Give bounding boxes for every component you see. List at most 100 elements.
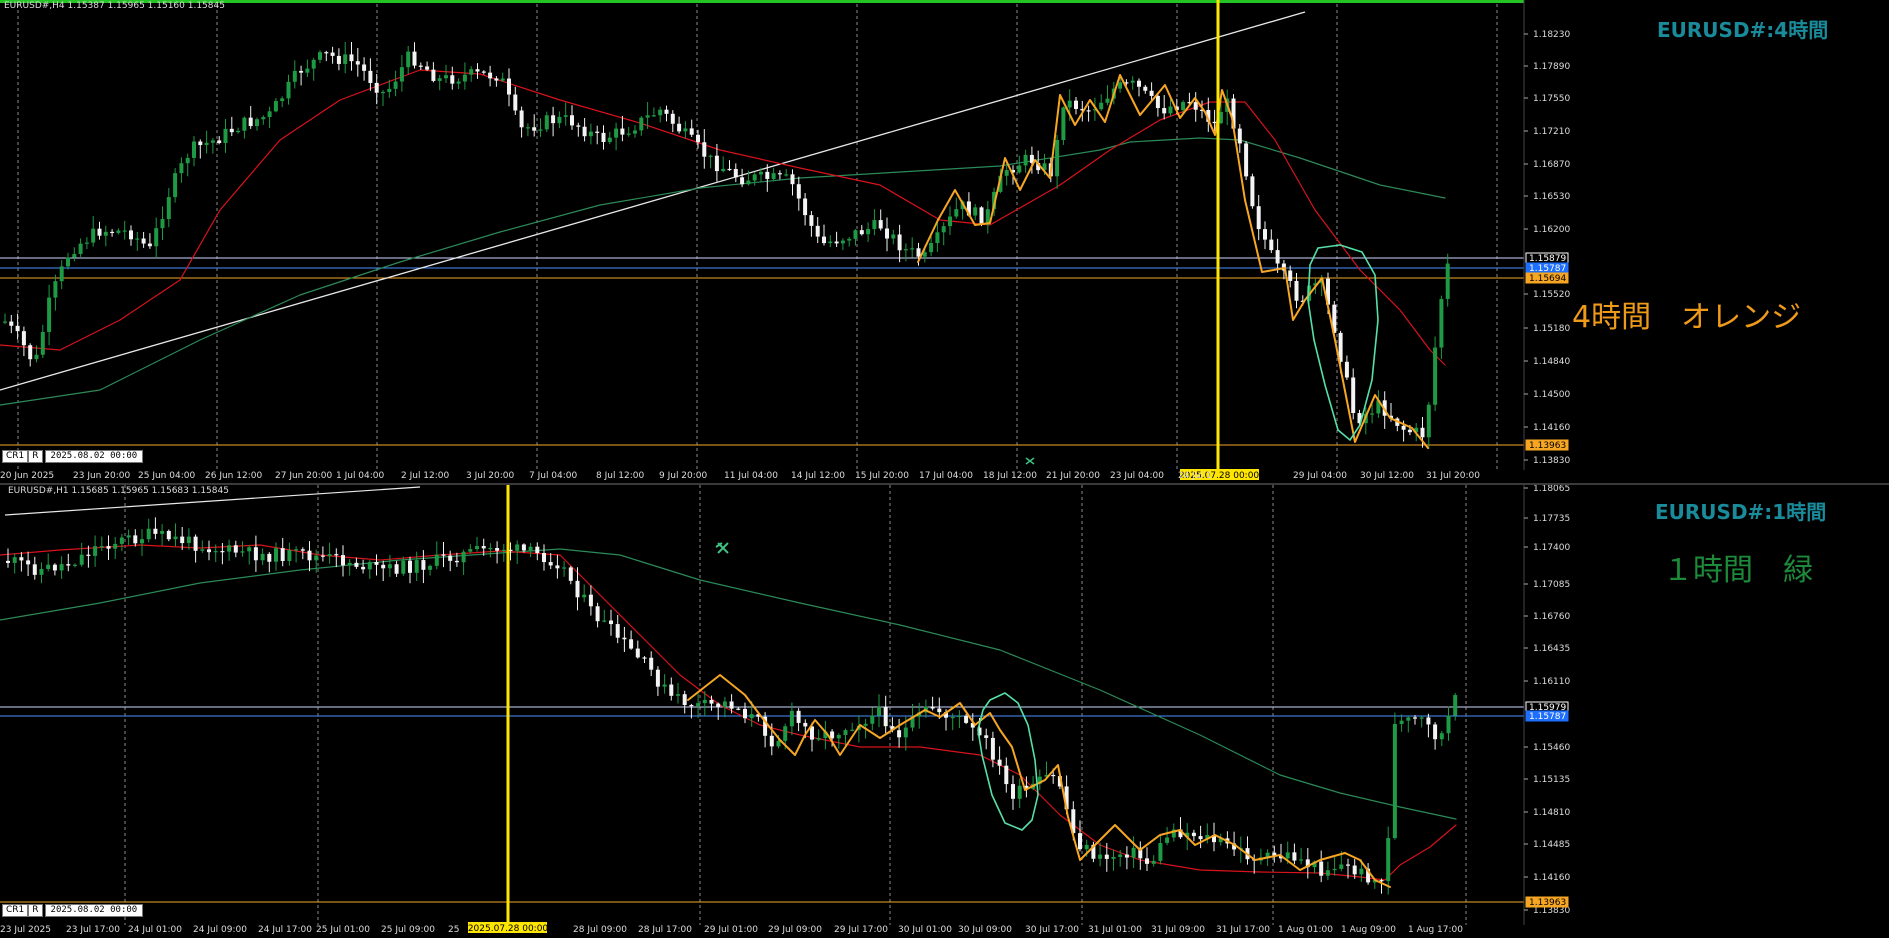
h4-candle	[1193, 102, 1198, 110]
h4-candle	[469, 69, 474, 75]
h1-candle	[950, 716, 955, 719]
h1-chart-canvas[interactable]: 2025.07.28 00:00 23 Jul 2025 23 Jul 17:00 2…	[0, 485, 1889, 938]
h1-candle	[394, 564, 399, 574]
h1-x-tick: 24 Jul 17:00	[258, 925, 312, 935]
h1-candle	[488, 547, 493, 550]
h4-candle	[160, 219, 165, 229]
h1-candle	[930, 706, 935, 709]
h1-ma-red	[0, 544, 1457, 881]
h4-candle	[1275, 250, 1280, 264]
h1-candle	[1419, 717, 1424, 719]
h4-candle	[658, 109, 663, 116]
h1-candle	[1292, 852, 1297, 861]
h1-candle	[1439, 733, 1444, 740]
h1-candle	[1339, 864, 1344, 869]
h4-orange-note: 4時間 オレンジ	[1572, 300, 1802, 335]
h1-candle	[454, 560, 459, 563]
h4-cr-label[interactable]: CR1	[2, 450, 29, 463]
h1-candle	[535, 546, 540, 554]
h1-candle	[964, 715, 969, 723]
h4-chart-canvas[interactable]: 2025.07.28 00:0020 Jun 2025 23 Jun 20:00 2…	[0, 0, 1889, 483]
h1-candle	[1426, 717, 1431, 725]
h4-candle	[330, 52, 335, 56]
h1-candle	[186, 536, 191, 544]
h4-date-box[interactable]: 2025.08.02 00:00	[44, 450, 144, 463]
h1-candle	[588, 594, 593, 607]
h1-x-tick: 25 Jul 09:00	[381, 925, 435, 935]
h1-candle	[166, 530, 171, 540]
h4-candle	[840, 240, 845, 244]
h1-candle	[387, 564, 392, 569]
h1-cr-box[interactable]: CR1 R 2025.08.02 00:00	[2, 904, 144, 917]
h4-candle	[318, 52, 322, 60]
h4-candle	[362, 64, 367, 71]
h1-candle	[441, 554, 446, 556]
h4-candle	[570, 115, 574, 126]
h1-price-tick: 1.16760	[1533, 612, 1570, 622]
h1-chart-pane[interactable]: 2025.07.28 00:00 23 Jul 2025 23 Jul 17:00 2…	[0, 485, 1889, 938]
h1-cr-label[interactable]: CR1	[2, 904, 29, 917]
h4-candle	[714, 155, 719, 172]
h4-candle	[727, 168, 732, 171]
h1-price-tick: 1.15460	[1533, 743, 1570, 753]
h1-candle	[1413, 717, 1417, 719]
h1-candle	[86, 554, 91, 556]
h1-candle	[562, 567, 567, 569]
h1-candle	[46, 564, 51, 569]
h1-x-tick: 23 Jul 17:00	[66, 925, 120, 935]
h4-candle	[223, 128, 228, 144]
h1-r-label[interactable]: R	[28, 904, 43, 917]
h4-candle	[866, 228, 871, 235]
h4-cr-box[interactable]: CR1 R 2025.08.02 00:00	[2, 450, 144, 463]
h1-candle	[79, 554, 84, 565]
h1-price-tick: 1.16435	[1533, 644, 1570, 654]
h4-candle	[110, 231, 115, 234]
h4-candle	[166, 197, 171, 220]
h4-x-tick: 3 Jul 20:00	[466, 471, 515, 481]
h1-price-tick: 1.16110	[1533, 677, 1570, 687]
h4-price-tick: 1.13830	[1533, 456, 1570, 466]
h4-candle	[204, 142, 209, 146]
h4-candle	[3, 321, 7, 323]
h1-candle	[180, 536, 185, 544]
h4-candle	[796, 184, 801, 199]
h4-candle	[280, 98, 285, 102]
h4-candle	[129, 230, 133, 240]
h4-candle	[847, 238, 852, 241]
h4-candle	[374, 82, 379, 93]
h4-candle	[929, 243, 934, 253]
h4-r-label[interactable]: R	[28, 450, 43, 463]
h4-candle	[236, 130, 241, 133]
h4-chart-pane[interactable]: 2025.07.28 00:00 20 Jun 2025 23 Jun 20:00 2…	[0, 0, 1889, 483]
h1-x-tick: 29 Jul 17:00	[834, 925, 888, 935]
h1-candle	[716, 703, 721, 707]
h4-candle	[1086, 110, 1091, 112]
h4-price-tick: 1.17550	[1533, 94, 1570, 104]
h4-price-tick: 1.14500	[1533, 390, 1570, 400]
h1-candle	[662, 684, 667, 687]
h1-candle	[1359, 868, 1364, 875]
h1-candle	[722, 701, 727, 707]
h1-price-tag: 1.13963	[1529, 898, 1566, 908]
h4-candle	[444, 75, 448, 79]
h4-candle	[790, 174, 795, 185]
h1-date-box[interactable]: 2025.08.02 00:00	[44, 904, 144, 917]
h1-candle	[1165, 837, 1170, 843]
h4-candle	[1118, 82, 1123, 89]
h1-candle	[361, 566, 366, 570]
h4-candle	[651, 115, 656, 117]
h1-ma-green	[0, 548, 1457, 820]
h1-x-tick: 24 Jul 09:00	[193, 925, 247, 935]
h4-candle	[828, 241, 833, 244]
h4-price-tick: 1.17210	[1533, 127, 1570, 137]
h1-candle	[66, 564, 71, 566]
h1-candle	[1017, 785, 1022, 799]
h4-candle	[481, 71, 486, 73]
h4-candle	[488, 72, 493, 79]
h4-price-tag: 1.13963	[1529, 441, 1566, 451]
h4-price-tick: 1.16530	[1533, 192, 1570, 202]
h4-candle	[418, 65, 423, 67]
h4-candle	[1433, 347, 1438, 405]
h1-candle	[374, 562, 379, 565]
h4-candle	[588, 131, 593, 137]
